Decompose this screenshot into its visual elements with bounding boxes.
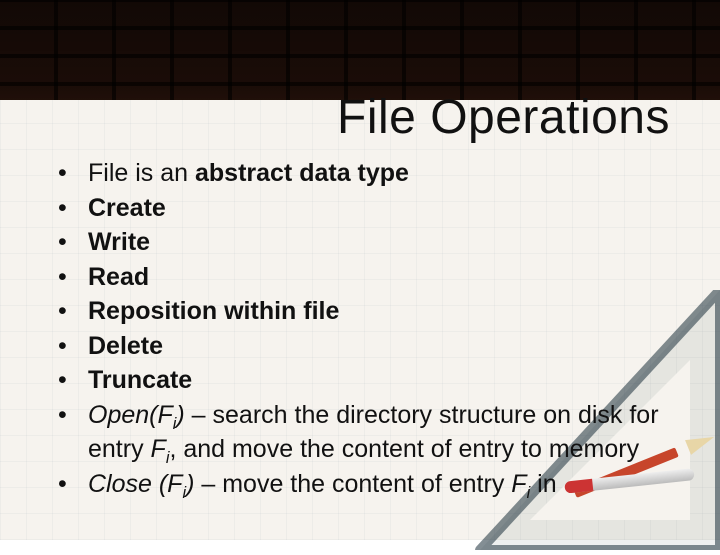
list-item: Open(Fi) – search the directory structur… (54, 398, 680, 467)
text: in (530, 470, 556, 498)
list-item: Truncate (54, 363, 680, 398)
list-item: File is an abstract data type (54, 156, 680, 191)
text-bold: Write (88, 228, 150, 256)
text-italic: Open(F (88, 401, 173, 429)
text-bold: Delete (88, 332, 163, 360)
slide-content: File Operations File is an abstract data… (0, 0, 720, 540)
text-bold: Reposition within file (88, 297, 339, 325)
slide-title: File Operations (0, 90, 700, 145)
list-item: Reposition within file (54, 294, 680, 329)
text-bold: abstract data type (195, 159, 409, 187)
text-italic: ) (176, 401, 184, 429)
text-bold: Truncate (88, 366, 192, 394)
list-item: Read (54, 260, 680, 295)
text: – move the content of entry (194, 470, 511, 498)
text-italic: Close (F (88, 470, 182, 498)
text-italic: F (151, 435, 166, 463)
text-bold: Create (88, 194, 166, 222)
list-item: Close (Fi) – move the content of entry F… (54, 467, 680, 502)
text: , and move the content of entry to memor… (169, 435, 639, 463)
list-item: Create (54, 191, 680, 226)
text-bold: Read (88, 263, 149, 291)
text-italic: F (511, 470, 526, 498)
list-item: Delete (54, 329, 680, 364)
bullet-list: File is an abstract data type Create Wri… (54, 156, 680, 501)
text: File is an (88, 159, 195, 187)
list-item: Write (54, 225, 680, 260)
